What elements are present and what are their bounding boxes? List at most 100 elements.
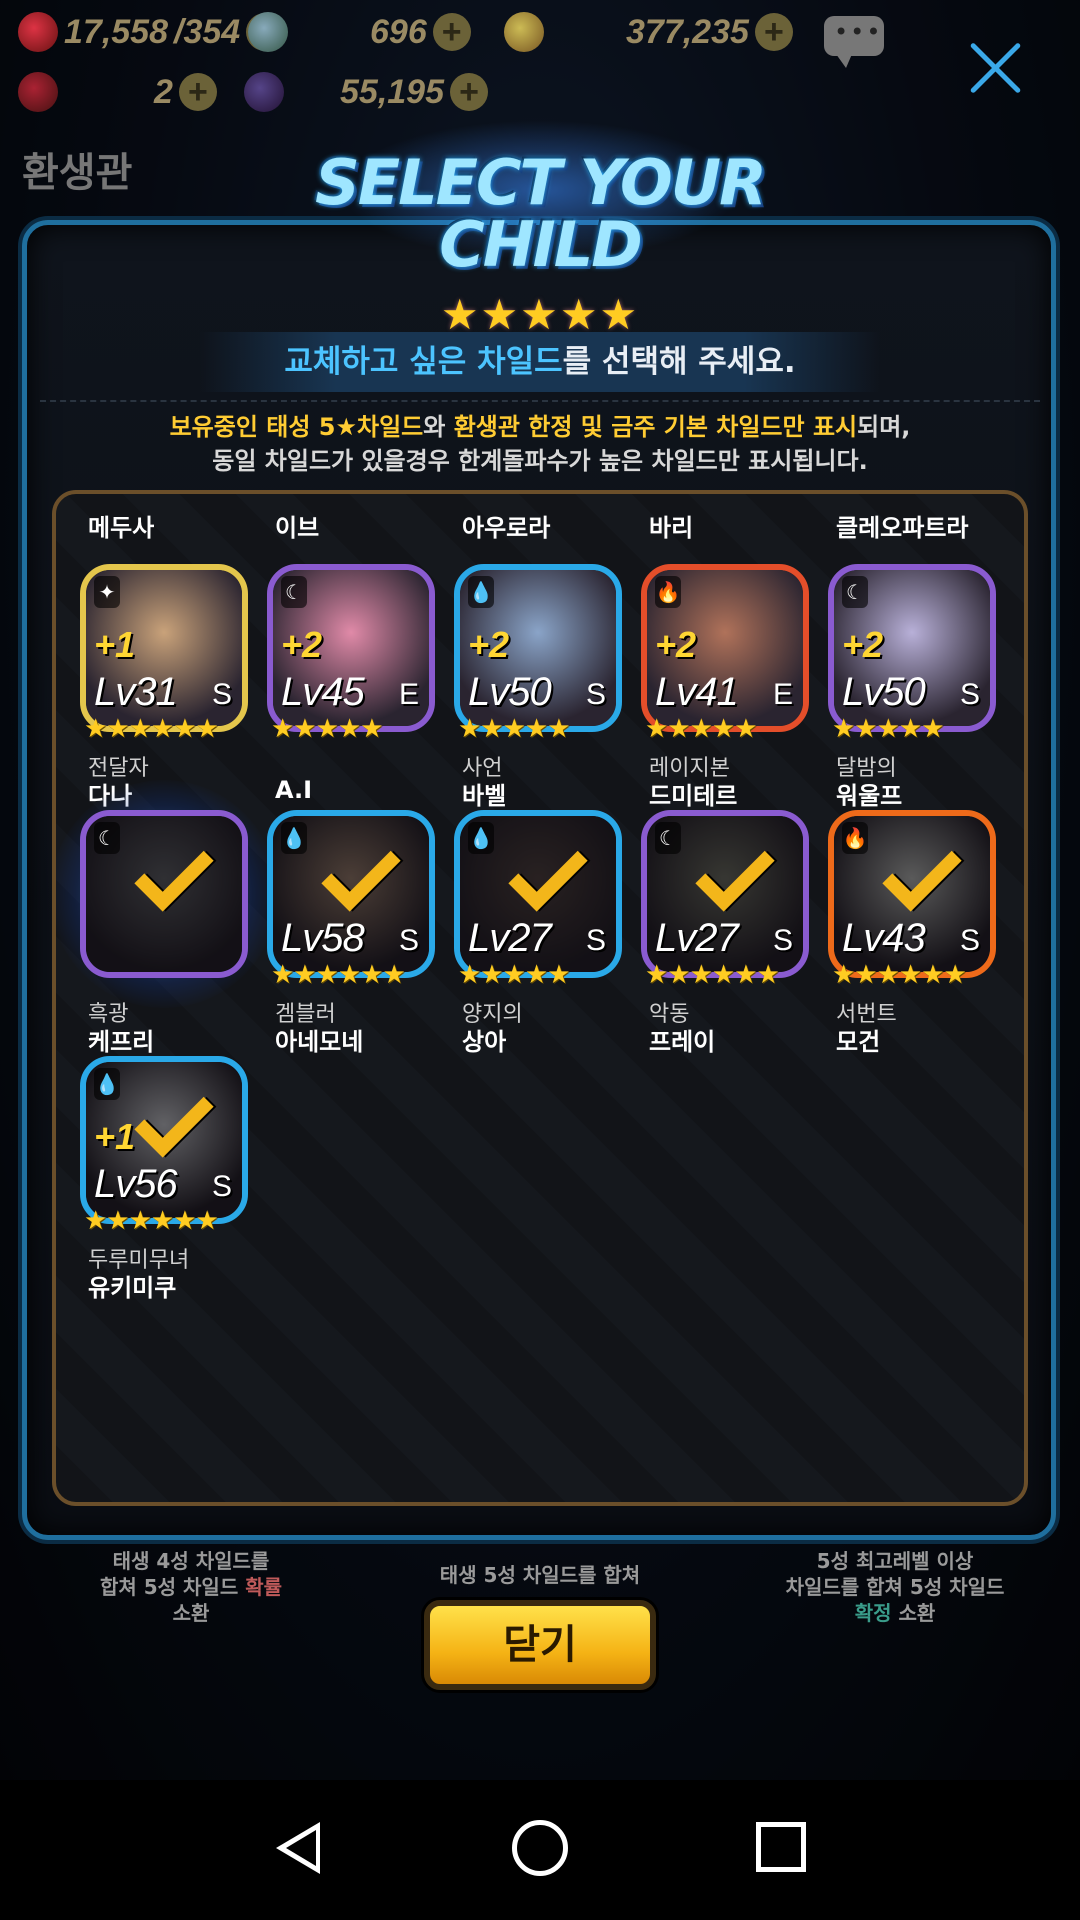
add-orbs-button[interactable]: +: [450, 73, 488, 111]
child-portrait[interactable]: 💧 Lv27 S: [454, 810, 622, 978]
child-portrait[interactable]: ✦ +1 Lv31 S: [80, 564, 248, 732]
dialog-title-banner: Select your Child ★★★★★: [300, 110, 780, 336]
grade-label: S: [398, 924, 419, 957]
add-gold-button[interactable]: +: [754, 13, 793, 51]
card-highlight: 확률: [245, 1575, 283, 1599]
child-name: 드미테르: [649, 782, 738, 810]
add-gems-button[interactable]: +: [432, 13, 471, 51]
chat-icon[interactable]: [824, 16, 884, 68]
notice-line-2: 동일 차일드가 있을경우 한계돌파수가 높은 차일드만 표시됩니다.: [212, 447, 868, 475]
instruction-text: 를 선택해 주세요.: [562, 344, 796, 380]
child-name: 클레오파트라: [836, 514, 969, 542]
element-icon: 💧: [468, 822, 494, 854]
instruction-highlight: 교체하고 싶은 차일드: [284, 344, 563, 380]
child-portrait[interactable]: ☾ Lv27 S: [641, 810, 809, 978]
hearts-value: 17,558: [64, 12, 168, 51]
child-portrait[interactable]: 🔥 Lv43 S: [828, 810, 996, 978]
grade-label: E: [398, 678, 419, 711]
element-icon: 🔥: [842, 822, 868, 854]
star-rating: ★★★★★: [271, 714, 384, 744]
android-navbar: [0, 1780, 1080, 1920]
element-icon: 🔥: [655, 576, 681, 608]
gold-value: 377,235: [626, 12, 749, 51]
element-icon: ✦: [94, 576, 120, 608]
background-card-4star: 태생 4성 차일드를 합쳐 5성 차일드 확률 소환: [46, 1548, 336, 1648]
level-label: Lv56: [94, 1162, 178, 1206]
child-portrait[interactable]: ☾ +2 Lv45 E: [267, 564, 435, 732]
orbs-resource: 55,195 +: [244, 72, 488, 112]
add-ruby-button[interactable]: +: [178, 73, 217, 111]
grade-label: S: [959, 678, 980, 711]
child-name: 프레이: [649, 1028, 716, 1056]
child-name: 워울프: [836, 782, 903, 810]
notice-highlight: 보유중인 태성 5★차일드: [169, 413, 424, 441]
child-name: 아네모네: [275, 1028, 364, 1056]
level-label: Lv45: [281, 670, 365, 714]
gems-resource: 696 +: [248, 12, 471, 52]
star-rating: ★★★★★★: [832, 960, 967, 990]
orb-icon: [244, 72, 284, 112]
child-portrait[interactable]: 💧 +2 Lv50 S: [454, 564, 622, 732]
level-label: Lv41: [655, 670, 739, 714]
child-portrait[interactable]: 🔥 +2 Lv41 E: [641, 564, 809, 732]
limit-break-badge: +2: [468, 624, 510, 665]
limit-break-badge: +2: [655, 624, 697, 665]
ruby-icon: [18, 72, 58, 112]
card-line: 확정 소환: [750, 1600, 1040, 1626]
notice-plain: 와: [423, 413, 454, 441]
star-rating: ★★★★★★: [84, 1206, 219, 1236]
recent-apps-icon[interactable]: [756, 1822, 806, 1872]
divider: [40, 400, 1040, 402]
instruction-banner: 교체하고 싶은 차일드를 선택해 주세요.: [200, 332, 880, 392]
element-icon: 💧: [281, 822, 307, 854]
child-portrait[interactable]: 💧 Lv58 S: [267, 810, 435, 978]
star-rating: ★★★★★: [458, 714, 571, 744]
card-line: 5성 최고레벨 이상: [816, 1549, 974, 1573]
card-line: 합쳐 5성 차일드 확률: [46, 1574, 336, 1600]
back-icon[interactable]: [276, 1822, 320, 1874]
element-icon: 💧: [94, 1068, 120, 1100]
limit-break-badge: +2: [281, 624, 323, 665]
level-label: Lv27: [655, 916, 739, 960]
child-portrait[interactable]: ☾ +2 Lv50 S: [828, 564, 996, 732]
child-portrait[interactable]: ☾: [80, 810, 248, 978]
home-icon[interactable]: [512, 1820, 568, 1876]
title-stars: ★★★★★: [440, 290, 640, 339]
star-rating: ★★★★★★: [271, 960, 406, 990]
gems-value: 696: [370, 12, 427, 51]
limit-break-badge: +1: [94, 624, 136, 665]
heart-icon: [18, 12, 58, 52]
ruby-value: 2: [154, 72, 173, 111]
child-name: 바벨: [462, 782, 507, 810]
card-text: 소환: [891, 1601, 936, 1625]
level-label: Lv31: [94, 670, 178, 714]
close-button[interactable]: 닫기: [424, 1600, 656, 1690]
level-label: Lv50: [468, 670, 552, 714]
child-grid[interactable]: 메두사이브아우로라바리클레오파트라✦+1Lv31S★★★★★★전달자다나☾+2L…: [52, 490, 1028, 1506]
grade-label: S: [211, 678, 232, 711]
card-line: 태생 4성 차일드를: [112, 1549, 270, 1573]
grade-label: S: [772, 924, 793, 957]
element-icon: ☾: [842, 576, 868, 608]
child-name: 케프리: [88, 1028, 155, 1056]
child-name: 상아: [462, 1028, 507, 1056]
background-card-maxlevel: 5성 최고레벨 이상 차일드를 합쳐 5성 차일드 확정 소환: [750, 1548, 1040, 1648]
limit-break-badge: +1: [94, 1116, 136, 1157]
child-portrait[interactable]: 💧 +1 Lv56 S: [80, 1056, 248, 1224]
star-rating: ★★★★★: [645, 714, 758, 744]
close-icon[interactable]: [966, 38, 1026, 98]
child-name: 이브: [275, 514, 320, 542]
gem-icon: [248, 12, 288, 52]
child-name: A.I: [275, 776, 313, 804]
level-label: Lv50: [842, 670, 926, 714]
notice-line-1: 보유중인 태성 5★차일드와 환생관 한정 및 금주 기본 차일드만 표시되며,: [40, 410, 1040, 444]
limit-break-badge: +2: [842, 624, 884, 665]
dialog-title: Select your Child: [315, 146, 767, 281]
card-text: 합쳐 5성 차일드: [99, 1575, 246, 1599]
star-rating: ★★★★★: [458, 960, 571, 990]
element-icon: 💧: [468, 576, 494, 608]
card-line: 태생 5성 차일드를 합쳐: [439, 1563, 641, 1587]
child-name: 모건: [836, 1028, 881, 1056]
card-line: 차일드를 합쳐 5성 차일드: [785, 1575, 1005, 1599]
card-line: 소환: [172, 1601, 210, 1625]
